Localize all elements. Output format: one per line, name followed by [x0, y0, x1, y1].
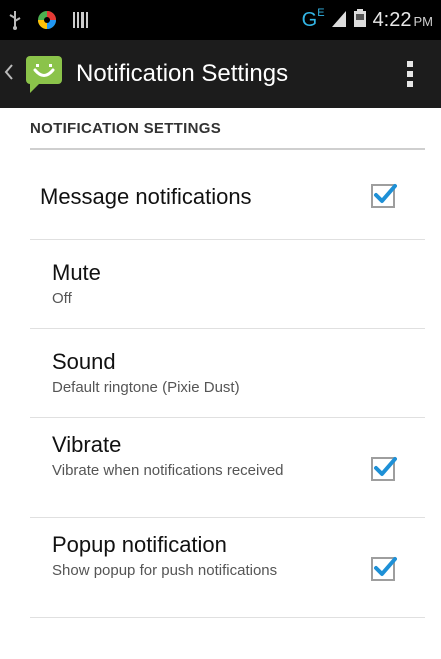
network-edge-icon: G E [301, 6, 325, 31]
pref-title: Message notifications [40, 184, 252, 209]
pref-mute[interactable]: Mute Off [30, 240, 425, 329]
pref-sound[interactable]: Sound Default ringtone (Pixie Dust) [30, 329, 425, 418]
battery-icon [353, 8, 367, 32]
pref-summary: Default ringtone (Pixie Dust) [52, 379, 240, 396]
checkbox-checked-icon[interactable] [371, 455, 397, 481]
signal-icon [331, 8, 347, 32]
app-notification-icon [36, 9, 58, 31]
pref-title: Vibrate [52, 432, 122, 457]
pref-title: Mute [52, 260, 101, 285]
usb-icon [8, 10, 22, 30]
checkbox-checked-icon[interactable] [371, 555, 397, 581]
pref-vibrate[interactable]: Vibrate Vibrate when notifications recei… [30, 418, 425, 518]
back-chevron-icon[interactable] [4, 62, 18, 87]
pref-summary: Show popup for push notifications [52, 562, 278, 579]
overflow-menu-icon[interactable] [407, 61, 413, 87]
pref-title: Sound [52, 349, 116, 374]
pref-summary: Off [52, 290, 72, 307]
section-header: NOTIFICATION SETTINGS [30, 108, 425, 150]
action-bar: Notification Settings [0, 40, 441, 108]
pref-popup-notification[interactable]: Popup notification Show popup for push n… [30, 518, 425, 618]
settings-list: NOTIFICATION SETTINGS Message notificati… [0, 108, 441, 618]
pref-title: Popup notification [52, 532, 227, 557]
clock: 4:22 PM [372, 8, 433, 31]
pref-summary: Vibrate when notifications received [52, 462, 284, 479]
status-bar: G E 4:22 PM [0, 0, 441, 40]
checkbox-checked-icon[interactable] [371, 182, 397, 208]
barcode-icon [72, 11, 90, 29]
page-title: Notification Settings [76, 60, 289, 87]
messaging-smiley-icon[interactable] [24, 53, 64, 95]
pref-message-notifications[interactable]: Message notifications [30, 150, 425, 240]
